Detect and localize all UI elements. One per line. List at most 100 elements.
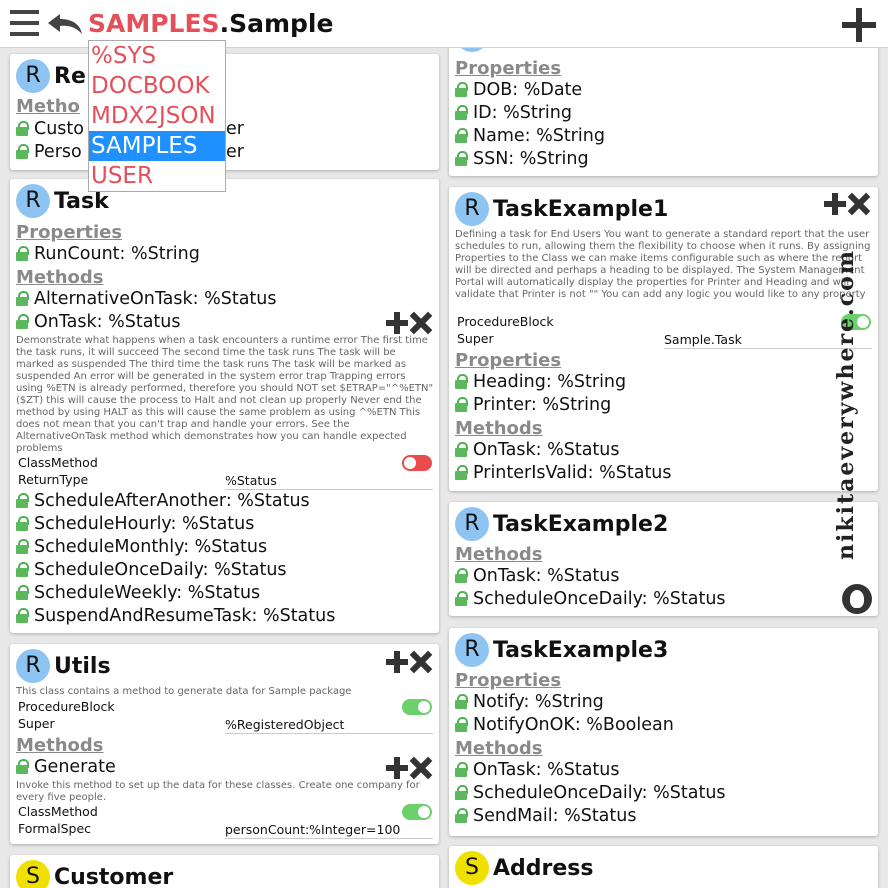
watermark-logo-icon <box>842 584 872 614</box>
lock-icon <box>455 783 468 801</box>
procedure-block-toggle[interactable] <box>402 699 432 715</box>
close-icon[interactable] <box>410 651 432 673</box>
class-method-toggle[interactable] <box>402 804 432 820</box>
properties-heading: Properties <box>455 350 562 371</box>
class-card-utils[interactable]: R Utils This class contains a method to g… <box>10 644 439 844</box>
procedure-block-label: ProcedureBlock <box>18 699 115 714</box>
super-value[interactable]: %RegisteredObject <box>225 717 433 734</box>
class-name[interactable]: Utils <box>54 654 111 679</box>
method-row[interactable]: Perso <box>16 141 82 164</box>
class-card-taskexample3[interactable]: R TaskExample3 Properties Notify: %String… <box>449 628 878 836</box>
lock-icon <box>455 589 468 607</box>
class-description: This class contains a method to generate… <box>16 686 352 697</box>
property-row[interactable]: Heading: %String <box>455 371 626 394</box>
lock-icon <box>455 566 468 584</box>
namespace-option[interactable]: DOCBOOK <box>89 71 225 101</box>
menu-icon[interactable] <box>10 10 39 36</box>
card-header: R Utils <box>16 649 111 683</box>
methods-heading: Methods <box>455 738 543 759</box>
formal-spec-label: FormalSpec <box>18 821 92 836</box>
method-row[interactable]: ScheduleOnceDaily: %Status <box>16 559 287 582</box>
method-row[interactable]: SuspendAndResumeTask: %Status <box>16 605 335 628</box>
class-name[interactable]: Task <box>54 189 109 214</box>
add-icon[interactable] <box>386 757 408 779</box>
add-icon[interactable] <box>386 651 408 673</box>
property-row[interactable]: DOB: %Date <box>455 79 582 102</box>
method-row[interactable]: ScheduleOnceDaily: %Status <box>455 782 726 805</box>
class-type-badge: R <box>16 649 50 683</box>
class-card-address[interactable]: S Address <box>449 846 878 888</box>
namespace-option[interactable]: %SYS <box>89 41 225 71</box>
method-row[interactable]: ScheduleAfterAnother: %Status <box>16 490 310 513</box>
close-icon[interactable] <box>410 757 432 779</box>
class-type-badge: R <box>455 633 489 667</box>
method-row[interactable]: AlternativeOnTask: %Status <box>16 288 277 311</box>
lock-icon <box>455 126 468 144</box>
class-type-badge: R <box>455 192 489 226</box>
method-row[interactable]: PrinterIsValid: %Status <box>455 462 672 485</box>
class-card-task[interactable]: R Task Properties RunCount: %String Metho… <box>10 179 439 633</box>
class-name[interactable]: Customer <box>54 865 173 888</box>
class-actions <box>386 651 436 675</box>
close-icon[interactable] <box>848 193 870 215</box>
lock-icon <box>455 80 468 98</box>
namespace-option-selected[interactable]: SAMPLES <box>89 131 225 161</box>
namespace-dropdown[interactable]: %SYS DOCBOOK MDX2JSON SAMPLES USER <box>88 40 226 192</box>
lock-icon <box>16 119 29 137</box>
class-card-taskexample1[interactable]: R TaskExample1 Defining a task for End Us… <box>449 187 878 491</box>
card-header: S Customer <box>16 860 173 888</box>
class-name[interactable]: TaskExample2 <box>493 512 668 537</box>
class-type-badge: S <box>455 851 489 885</box>
card-header: R TaskExample3 <box>455 633 668 667</box>
lock-icon <box>16 312 29 330</box>
property-row[interactable]: ID: %String <box>455 102 572 125</box>
package-name: .Sample <box>219 9 334 38</box>
formal-spec-value[interactable]: personCount:%Integer=100 <box>225 822 433 839</box>
add-icon[interactable] <box>386 312 408 334</box>
namespace-option[interactable]: USER <box>89 161 225 191</box>
namespace-option[interactable]: MDX2JSON <box>89 101 225 131</box>
method-row[interactable]: SendMail: %Status <box>455 805 636 828</box>
method-row[interactable]: ScheduleOnceDaily: %Status <box>455 588 726 611</box>
lock-icon <box>455 149 468 167</box>
property-row[interactable]: SSN: %String <box>455 148 589 171</box>
class-name[interactable]: Re <box>54 64 86 89</box>
namespace-selector[interactable]: SAMPLES <box>88 9 220 38</box>
return-type-value[interactable]: %Status <box>225 473 433 490</box>
method-row[interactable]: OnTask: %Status <box>455 565 620 588</box>
properties-heading: Properties <box>455 670 562 691</box>
class-method-toggle[interactable] <box>402 455 432 471</box>
close-icon[interactable] <box>410 312 432 334</box>
lock-icon <box>16 537 29 555</box>
lock-icon <box>16 289 29 307</box>
methods-heading: Methods <box>455 418 543 439</box>
property-row[interactable]: Printer: %String <box>455 394 611 417</box>
class-card-customer[interactable]: S Customer <box>10 855 439 888</box>
method-description: Invoke this method to set up the data fo… <box>16 780 420 803</box>
add-icon[interactable] <box>842 8 876 42</box>
method-row[interactable]: OnTask: %Status <box>455 439 620 462</box>
properties-heading: Properties <box>455 58 562 79</box>
class-name[interactable]: TaskExample1 <box>493 197 668 222</box>
back-arrow-icon[interactable] <box>46 12 84 36</box>
lock-icon <box>16 142 29 160</box>
method-row[interactable]: ScheduleHourly: %Status <box>16 513 254 536</box>
property-row[interactable]: Notify: %String <box>455 691 604 714</box>
properties-heading: Properties <box>16 222 123 243</box>
method-row[interactable]: OnTask: %Status <box>455 759 620 782</box>
class-name[interactable]: TaskExample3 <box>493 638 668 663</box>
method-row-type: er <box>226 142 244 162</box>
method-row[interactable]: ScheduleWeekly: %Status <box>16 582 260 605</box>
class-name[interactable]: Address <box>493 856 593 881</box>
method-row[interactable]: OnTask: %Status <box>16 311 181 334</box>
add-icon[interactable] <box>824 193 846 215</box>
property-row[interactable]: RunCount: %String <box>16 243 200 266</box>
method-row[interactable]: ScheduleMonthly: %Status <box>16 536 267 559</box>
method-row[interactable]: Custo <box>16 118 84 141</box>
class-card-taskexample2[interactable]: R TaskExample2 Methods OnTask: %Status Sc… <box>449 502 878 616</box>
property-row[interactable]: Name: %String <box>455 125 605 148</box>
class-type-badge: R <box>16 59 50 93</box>
class-card-person[interactable]: Properties DOB: %Date ID: %String Name: … <box>449 40 878 176</box>
method-row[interactable]: Generate <box>16 756 116 779</box>
property-row[interactable]: NotifyOnOK: %Boolean <box>455 714 674 737</box>
